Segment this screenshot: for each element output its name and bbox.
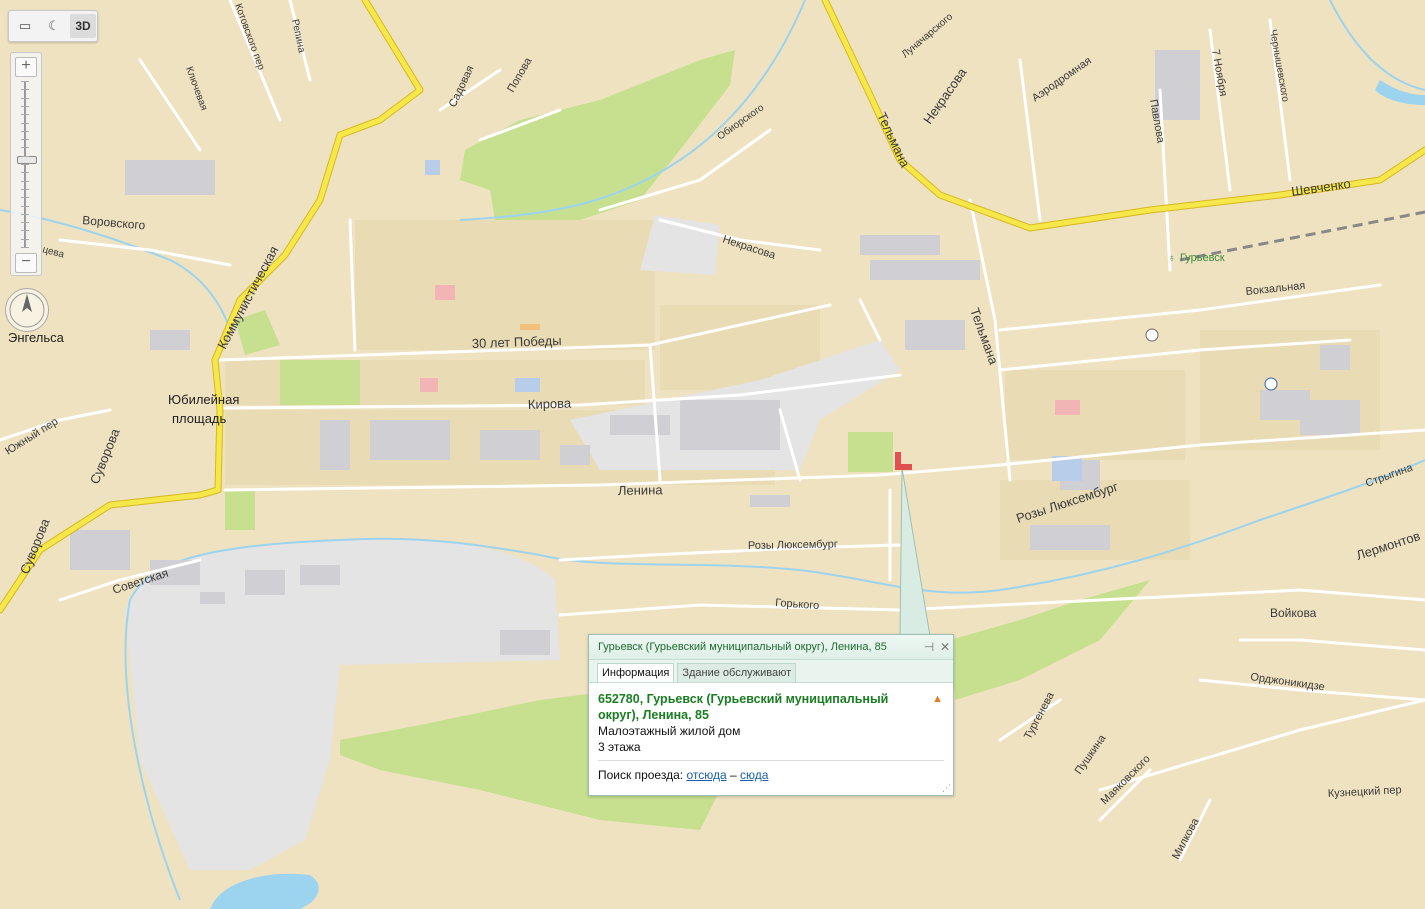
- balloon-tabs: Информация Здание обслуживают: [589, 660, 953, 683]
- zoom-tick: [21, 197, 29, 199]
- zoom-tick: [21, 213, 29, 215]
- tab-building-services[interactable]: Здание обслуживают: [677, 663, 797, 682]
- street-label-rozy-luxemburg-west: Розы Люксембург: [748, 538, 838, 552]
- hospital-icon: [1264, 377, 1278, 391]
- tab-information[interactable]: Информация: [597, 663, 675, 682]
- station-icon: ♁: [1168, 253, 1176, 264]
- route-search-label: Поиск проезда:: [598, 768, 684, 782]
- street-label-30-let-pobedy: 30 лет Победы: [472, 333, 562, 351]
- zoom-out-button[interactable]: −: [15, 253, 37, 273]
- zoom-tick: [21, 222, 29, 224]
- zoom-tick: [21, 122, 29, 124]
- balloon-body: 652780, Гурьевск (Гурьевский муниципальн…: [589, 683, 953, 783]
- station-label: Гурьевск: [1180, 252, 1225, 264]
- zoom-tick: [21, 97, 29, 99]
- building-type: Малоэтажный жилой дом: [598, 724, 741, 738]
- building-floors: 3 этажа: [598, 740, 641, 754]
- warning-icon[interactable]: ▲: [932, 693, 943, 705]
- place-label-square-line2: площадь: [172, 411, 227, 426]
- zoom-in-button[interactable]: +: [15, 57, 37, 77]
- zoom-control: + −: [10, 52, 42, 276]
- bus-station-icon: [1145, 328, 1159, 342]
- compass-icon[interactable]: [5, 288, 49, 332]
- zoom-tick: [21, 89, 29, 91]
- info-balloon: Гурьевск (Гурьевский муниципальный округ…: [588, 634, 954, 796]
- balloon-title: Гурьевск (Гурьевский муниципальный округ…: [598, 641, 887, 653]
- zoom-tick: [21, 105, 29, 107]
- zoom-tick: [21, 155, 29, 157]
- street-label-voykova: Войкова: [1270, 606, 1317, 620]
- place-label-square-line1: Юбилейная: [168, 392, 239, 407]
- route-to-link[interactable]: сюда: [740, 768, 768, 782]
- zoom-tick: [21, 247, 29, 248]
- zoom-tick: [21, 81, 29, 82]
- balloon-address: 652780, Гурьевск (Гурьевский муниципальн…: [598, 692, 889, 722]
- street-label-kirova: Кирова: [528, 395, 573, 412]
- zoom-tick: [21, 180, 29, 182]
- zoom-tick: [21, 130, 29, 132]
- zoom-tick: [21, 238, 29, 240]
- zoom-tick: [21, 230, 29, 232]
- zoom-tick: [21, 164, 29, 165]
- pin-icon[interactable]: ⊣: [921, 640, 937, 654]
- place-label-engelsa: Энгельса: [8, 330, 65, 345]
- close-icon[interactable]: ✕: [937, 640, 953, 654]
- route-from-link[interactable]: отсюда: [686, 768, 726, 782]
- zoom-tick: [21, 205, 29, 207]
- zoom-tick: [21, 139, 29, 141]
- route-search-row: Поиск проезда: отсюда – сюда: [598, 767, 944, 783]
- zoom-tick: [21, 114, 29, 116]
- zoom-slider-handle[interactable]: [17, 155, 37, 164]
- street-label-lenina: Ленина: [618, 482, 664, 498]
- 3d-toggle-button[interactable]: 3D: [70, 14, 96, 38]
- moon-icon[interactable]: ☾: [41, 14, 67, 38]
- balloon-divider: [598, 760, 944, 761]
- zoom-tick: [21, 147, 29, 149]
- ruler-icon[interactable]: ▭: [12, 14, 38, 38]
- route-dash: –: [729, 768, 737, 782]
- map-toolbar: ▭ ☾ 3D: [8, 10, 98, 42]
- zoom-tick: [21, 172, 29, 174]
- zoom-tick: [21, 188, 29, 190]
- balloon-header: Гурьевск (Гурьевский муниципальный округ…: [589, 635, 953, 660]
- resize-handle-icon[interactable]: ⋰: [942, 783, 951, 794]
